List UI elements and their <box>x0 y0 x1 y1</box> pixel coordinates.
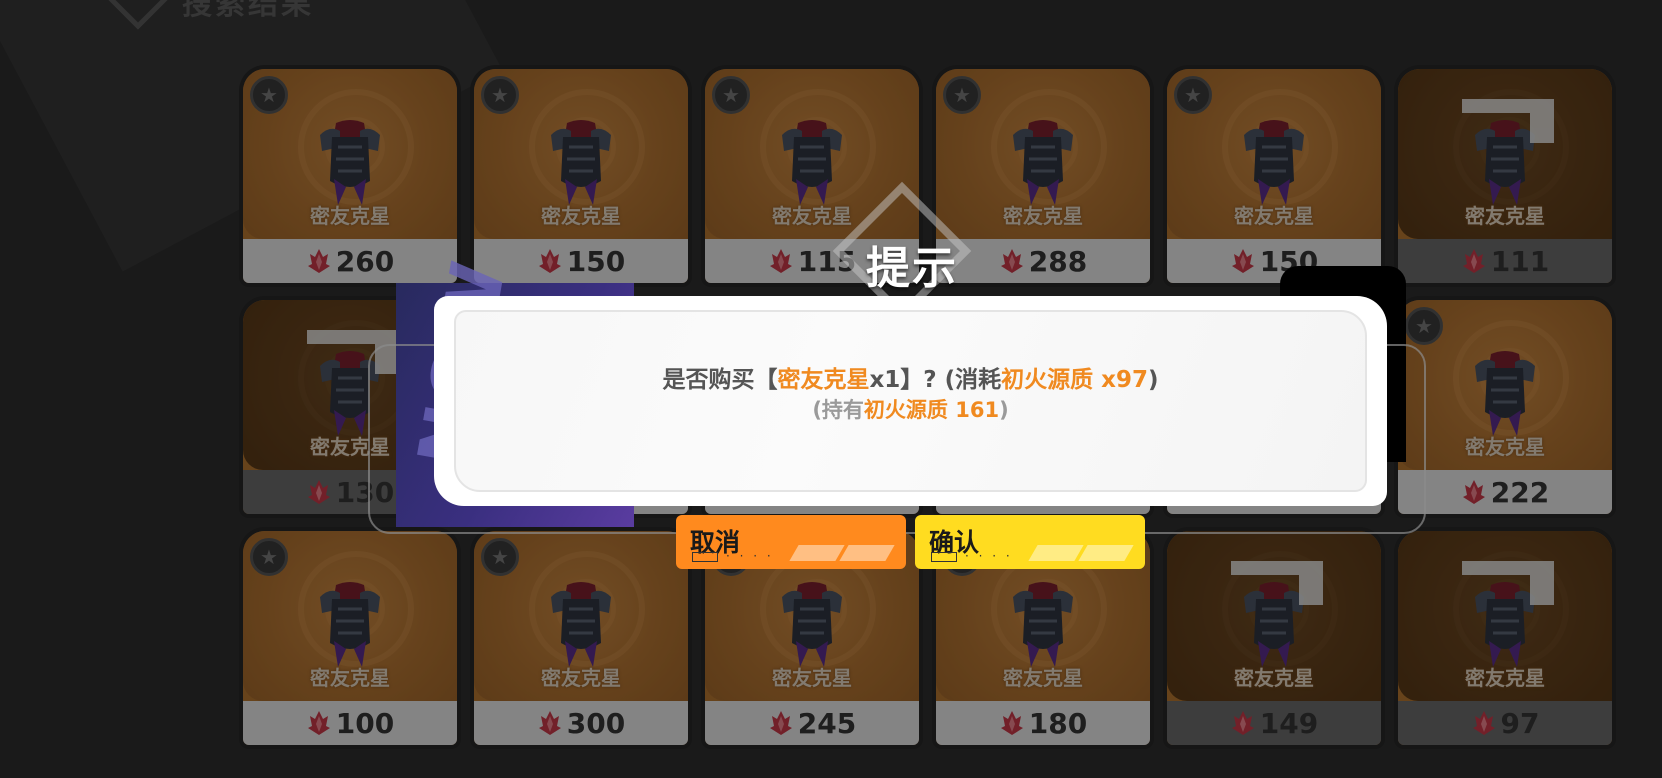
cost-highlight: 初火源质 x97 <box>1001 367 1149 393</box>
dialog-content: 是否购买【密友克星x1】? (消耗初火源质 x97) (持有初火源质 161) <box>454 310 1367 492</box>
confirm-button[interactable]: 确认 · · · · <box>915 515 1145 569</box>
button-stripe <box>1028 545 1084 561</box>
button-stripe <box>789 545 845 561</box>
button-dots: · · · · <box>965 549 1013 563</box>
held-currency: (持有初火源质 161) <box>456 394 1365 424</box>
key-hint-icon <box>931 552 957 562</box>
button-stripe <box>839 545 895 561</box>
purchase-dialog: NOW 提示 是否购买【密友克星x1】? (消耗初火源质 x97) (持有初火源… <box>0 0 1662 778</box>
held-prefix: (持有 <box>812 398 864 422</box>
item-quantity: x1 <box>869 367 901 393</box>
button-dots: · · · · <box>726 549 774 563</box>
key-hint-icon <box>692 552 718 562</box>
cancel-button[interactable]: 取消 · · · · <box>676 515 906 569</box>
question-suffix: ) <box>1148 367 1159 393</box>
item-name-highlight: 密友克星 <box>777 367 870 393</box>
button-stripe <box>1078 545 1134 561</box>
purchase-question: 是否购买【密友克星x1】? (消耗初火源质 x97) <box>456 360 1365 394</box>
question-prefix: 是否购买【 <box>662 367 778 393</box>
question-mid: 】? (消耗 <box>900 367 1002 393</box>
held-suffix: ) <box>999 398 1009 422</box>
held-amount-highlight: 初火源质 161 <box>863 398 1000 422</box>
dialog-box: 是否购买【密友克星x1】? (消耗初火源质 x97) (持有初火源质 161) <box>434 296 1387 506</box>
dialog-title: 提示 <box>866 243 958 294</box>
